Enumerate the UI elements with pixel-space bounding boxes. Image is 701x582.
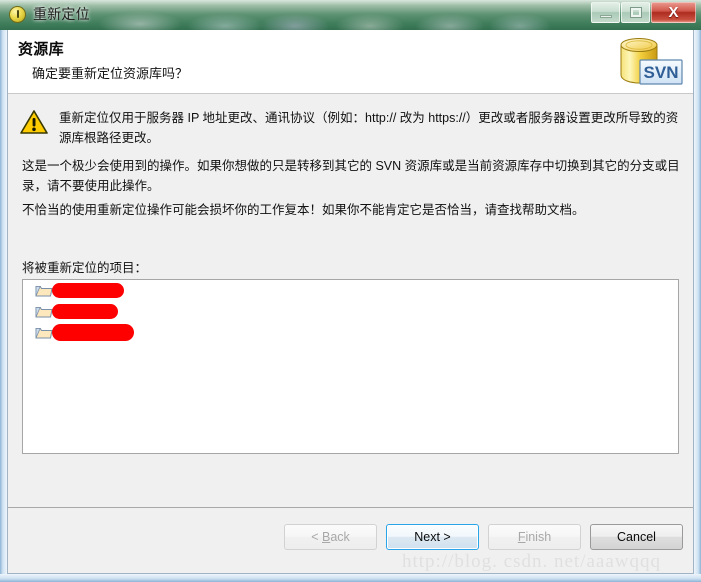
warning-text: 重新定位仅用于服务器 IP 地址更改、通讯协议（例如：http:// 改为 ht…	[59, 111, 679, 145]
cancel-button-label: Cancel	[617, 530, 656, 544]
redacted-path	[52, 283, 124, 298]
window-controls: X	[591, 2, 696, 23]
back-button[interactable]: < Back	[284, 524, 377, 550]
redacted-path	[52, 304, 118, 319]
paragraph-transfer-note: 这是一个极少会使用到的操作。如果你想做的只是转移到其它的 SVN 资源库或是当前…	[22, 159, 680, 193]
wizard-button-bar: < Back Next > Finish Cancel	[8, 508, 693, 573]
wizard-page-header: 资源库 确定要重新定位资源库吗？ SVN	[8, 30, 693, 94]
minimize-button[interactable]	[591, 2, 620, 23]
maximize-button[interactable]	[621, 2, 650, 23]
list-item[interactable]	[23, 322, 678, 343]
paragraph-caution-note: 不恰当的使用重新定位操作可能会损坏你的工作复本！如果你不能肯定它是否恰当，请查找…	[22, 203, 585, 217]
list-item[interactable]	[23, 280, 678, 301]
redacted-path	[52, 324, 134, 341]
window-frame-left	[0, 30, 7, 582]
navigation-buttons: < Back Next > Finish Cancel	[284, 524, 683, 550]
items-list-label: 将被重新定位的项目：	[22, 261, 148, 275]
list-item[interactable]	[23, 301, 678, 322]
svn-label: SVN	[644, 63, 679, 82]
folder-icon	[35, 307, 53, 318]
next-button-label: Next >	[414, 530, 451, 544]
window-title: 重新定位	[33, 6, 90, 22]
next-button[interactable]: Next >	[386, 524, 479, 550]
svn-repository-icon: SVN	[620, 38, 683, 85]
application-window: 重新定位 X 资源库 确定要重新定位资源库吗？ SVN 重新定位仅用于服务器 I…	[0, 0, 701, 582]
wizard-page-body: 重新定位仅用于服务器 IP 地址更改、通讯协议（例如：http:// 改为 ht…	[8, 94, 693, 508]
subversion-circle-icon	[9, 6, 26, 23]
dialog-client-area: 资源库 确定要重新定位资源库吗？ SVN 重新定位仅用于服务器 IP 地址更改、…	[7, 30, 694, 574]
finish-button-label: Finish	[517, 530, 552, 544]
close-icon: X	[668, 4, 679, 21]
warning-row: 重新定位仅用于服务器 IP 地址更改、通讯协议（例如：http:// 改为 ht…	[20, 108, 680, 148]
finish-button[interactable]: Finish	[488, 524, 581, 550]
page-subtitle: 确定要重新定位资源库吗？	[32, 66, 189, 81]
folder-icon	[35, 328, 53, 339]
back-button-label: < Back	[311, 530, 350, 544]
title-bar[interactable]: 重新定位 X	[0, 0, 701, 30]
warning-triangle-icon	[20, 110, 48, 134]
window-frame-right	[694, 30, 701, 582]
cancel-button[interactable]: Cancel	[590, 524, 683, 550]
folder-icon	[35, 286, 53, 297]
relocate-dialog-window: 重新定位 X 资源库 确定要重新定位资源库吗？ SVN 重新定位仅用于服务器 I…	[0, 0, 701, 582]
close-button[interactable]: X	[651, 2, 696, 23]
window-frame-bottom	[0, 574, 701, 582]
relocate-items-list[interactable]	[22, 279, 679, 454]
page-title: 资源库	[18, 41, 64, 58]
